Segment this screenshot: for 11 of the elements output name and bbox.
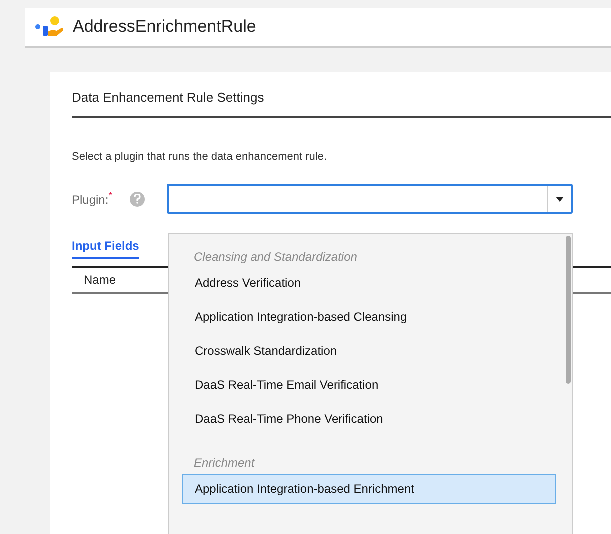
- scrollbar[interactable]: [566, 236, 571, 384]
- plugin-label: Plugin:$^{*}$: [72, 190, 114, 209]
- page-title: AddressEnrichmentRule: [73, 16, 256, 38]
- column-header: Name: [84, 272, 116, 289]
- group-heading: Cleansing and Standardization: [194, 249, 358, 266]
- plugin-dropdown[interactable]: [167, 184, 573, 214]
- tab[interactable]: Input Fields: [72, 234, 140, 259]
- description-text: Select a plugin that runs the data enhancement rule.: [72, 151, 328, 163]
- section-title: Data Enhancement Rule Settings: [72, 90, 264, 105]
- dropdown-option[interactable]: Application Integration-based Enrichment: [182, 474, 556, 504]
- group-heading: Enrichment: [194, 455, 256, 472]
